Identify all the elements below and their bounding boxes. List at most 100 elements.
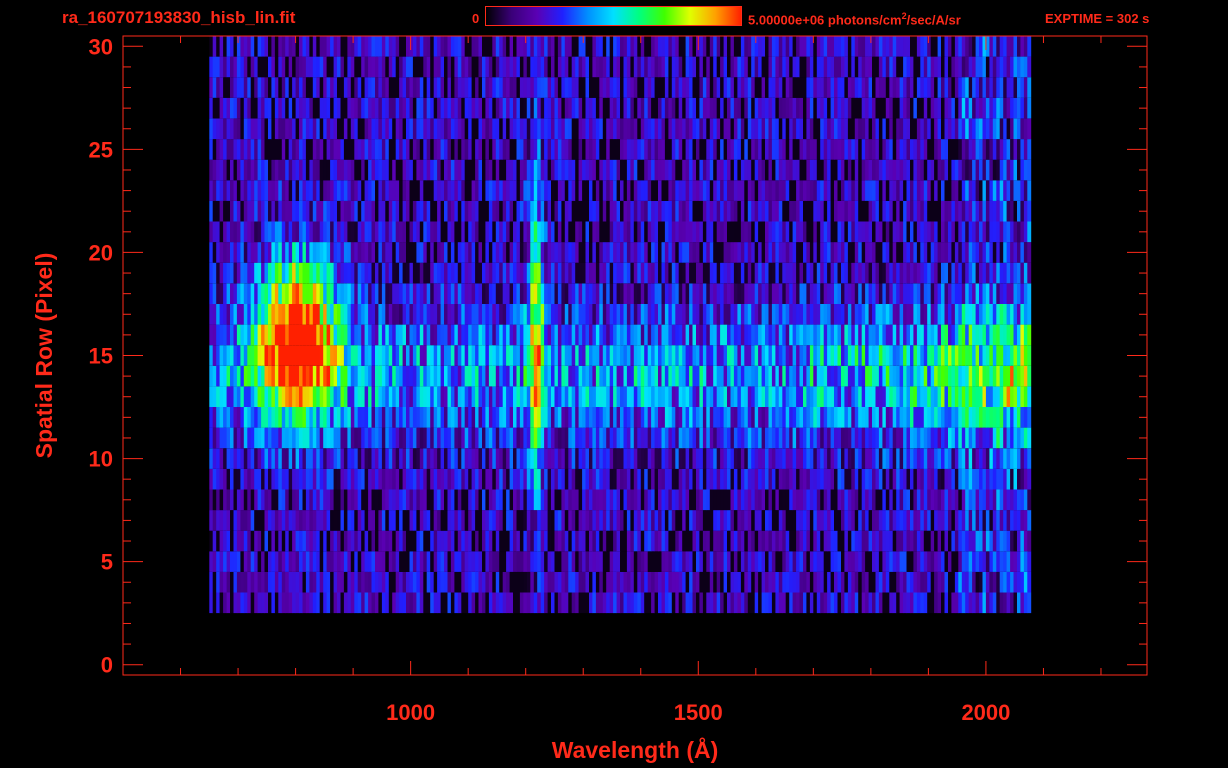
heatmap-cell <box>647 304 652 325</box>
heatmap-cell <box>713 407 718 428</box>
heatmap-cell <box>668 304 673 325</box>
heatmap-cell <box>488 365 493 387</box>
heatmap-cell <box>209 530 214 552</box>
heatmap-cell <box>523 571 528 593</box>
heatmap-cell <box>240 345 245 366</box>
heatmap-cell <box>533 180 538 201</box>
heatmap-cell <box>730 530 735 552</box>
heatmap-cell <box>299 180 303 201</box>
heatmap-cell <box>827 592 831 614</box>
heatmap-cell <box>578 304 583 325</box>
heatmap-cell <box>547 386 552 407</box>
heatmap-cell <box>416 283 421 304</box>
heatmap-cell <box>740 489 745 511</box>
heatmap-cell <box>447 448 452 469</box>
heatmap-cell <box>640 242 645 263</box>
heatmap-cell <box>233 386 238 407</box>
heatmap-cell <box>847 530 852 552</box>
heatmap-cell <box>209 242 214 263</box>
heatmap-cell <box>910 180 914 201</box>
heatmap-cell <box>316 180 321 201</box>
heatmap-cell <box>285 427 290 449</box>
heatmap-cell <box>999 365 1004 387</box>
heatmap-cell <box>564 200 569 222</box>
heatmap-cell <box>706 283 711 304</box>
heatmap-cell <box>557 551 562 572</box>
heatmap-cell <box>771 304 776 325</box>
heatmap-cell <box>975 407 980 428</box>
heatmap-cell <box>989 304 994 325</box>
heatmap-cell <box>706 530 711 552</box>
heatmap-cell <box>426 551 431 572</box>
heatmap-cell <box>841 200 845 222</box>
heatmap-cell <box>492 200 497 222</box>
heatmap-cell <box>923 407 928 428</box>
heatmap-cell <box>485 324 490 346</box>
heatmap-cell <box>923 571 928 593</box>
heatmap-cell <box>633 510 638 531</box>
heatmap-cell <box>854 365 859 387</box>
heatmap-cell <box>354 345 359 366</box>
heatmap-cell <box>285 489 290 511</box>
heatmap-cell <box>903 530 907 552</box>
heatmap-cell <box>519 200 524 222</box>
heatmap-cell <box>685 427 690 449</box>
heatmap-cell <box>557 242 562 263</box>
heatmap-cell <box>716 407 721 428</box>
heatmap-cell <box>664 448 669 469</box>
heatmap-cell <box>499 510 504 531</box>
heatmap-cell <box>975 448 980 469</box>
heatmap-cell <box>523 242 528 263</box>
heatmap-cell <box>261 345 265 366</box>
heatmap-cell <box>278 262 283 284</box>
heatmap-cell <box>609 262 614 284</box>
heatmap-cell <box>765 489 769 511</box>
heatmap-cell <box>571 386 576 407</box>
heatmap-cell <box>723 324 728 346</box>
heatmap-cell <box>626 200 631 222</box>
heatmap-cell <box>751 489 756 511</box>
heatmap-cell <box>281 324 286 346</box>
heatmap-cell <box>375 283 379 304</box>
heatmap-cell <box>696 489 700 511</box>
heatmap-cell <box>585 365 590 387</box>
heatmap-cell <box>813 427 818 449</box>
heatmap-cell <box>951 345 956 366</box>
heatmap-cell <box>633 180 638 201</box>
heatmap-cell <box>1006 407 1011 428</box>
heatmap-cell <box>412 530 417 552</box>
heatmap-cell <box>1010 283 1014 304</box>
heatmap-cell <box>361 448 366 469</box>
heatmap-cell <box>357 386 362 407</box>
heatmap-cell <box>426 262 431 284</box>
heatmap-cell <box>847 283 852 304</box>
heatmap-cell <box>992 468 997 490</box>
heatmap-cell <box>599 551 604 572</box>
heatmap-cell <box>644 345 649 366</box>
heatmap-cell <box>547 510 552 531</box>
heatmap-cell <box>740 468 745 490</box>
heatmap-cell <box>927 324 932 346</box>
heatmap-cell <box>1006 489 1011 511</box>
heatmap-cell <box>796 365 800 387</box>
heatmap-cell <box>430 221 435 243</box>
heatmap-cell <box>692 510 697 531</box>
heatmap-cell <box>551 468 555 490</box>
heatmap-cell <box>751 468 756 490</box>
heatmap-cell <box>737 365 742 387</box>
heatmap-cell <box>212 386 217 407</box>
heatmap-cell <box>347 510 352 531</box>
heatmap-cell <box>709 489 714 511</box>
heatmap-cell <box>516 324 521 346</box>
heatmap-cell <box>526 304 531 325</box>
heatmap-cell <box>478 221 483 243</box>
heatmap-cell <box>896 468 901 490</box>
heatmap-cell <box>575 571 580 593</box>
heatmap-cell <box>595 530 600 552</box>
heatmap-cell <box>709 592 714 614</box>
heatmap-cell <box>620 427 624 449</box>
heatmap-cell <box>944 386 949 407</box>
heatmap-cell <box>568 551 573 572</box>
heatmap-cell <box>371 407 376 428</box>
heatmap-cell <box>250 345 255 366</box>
